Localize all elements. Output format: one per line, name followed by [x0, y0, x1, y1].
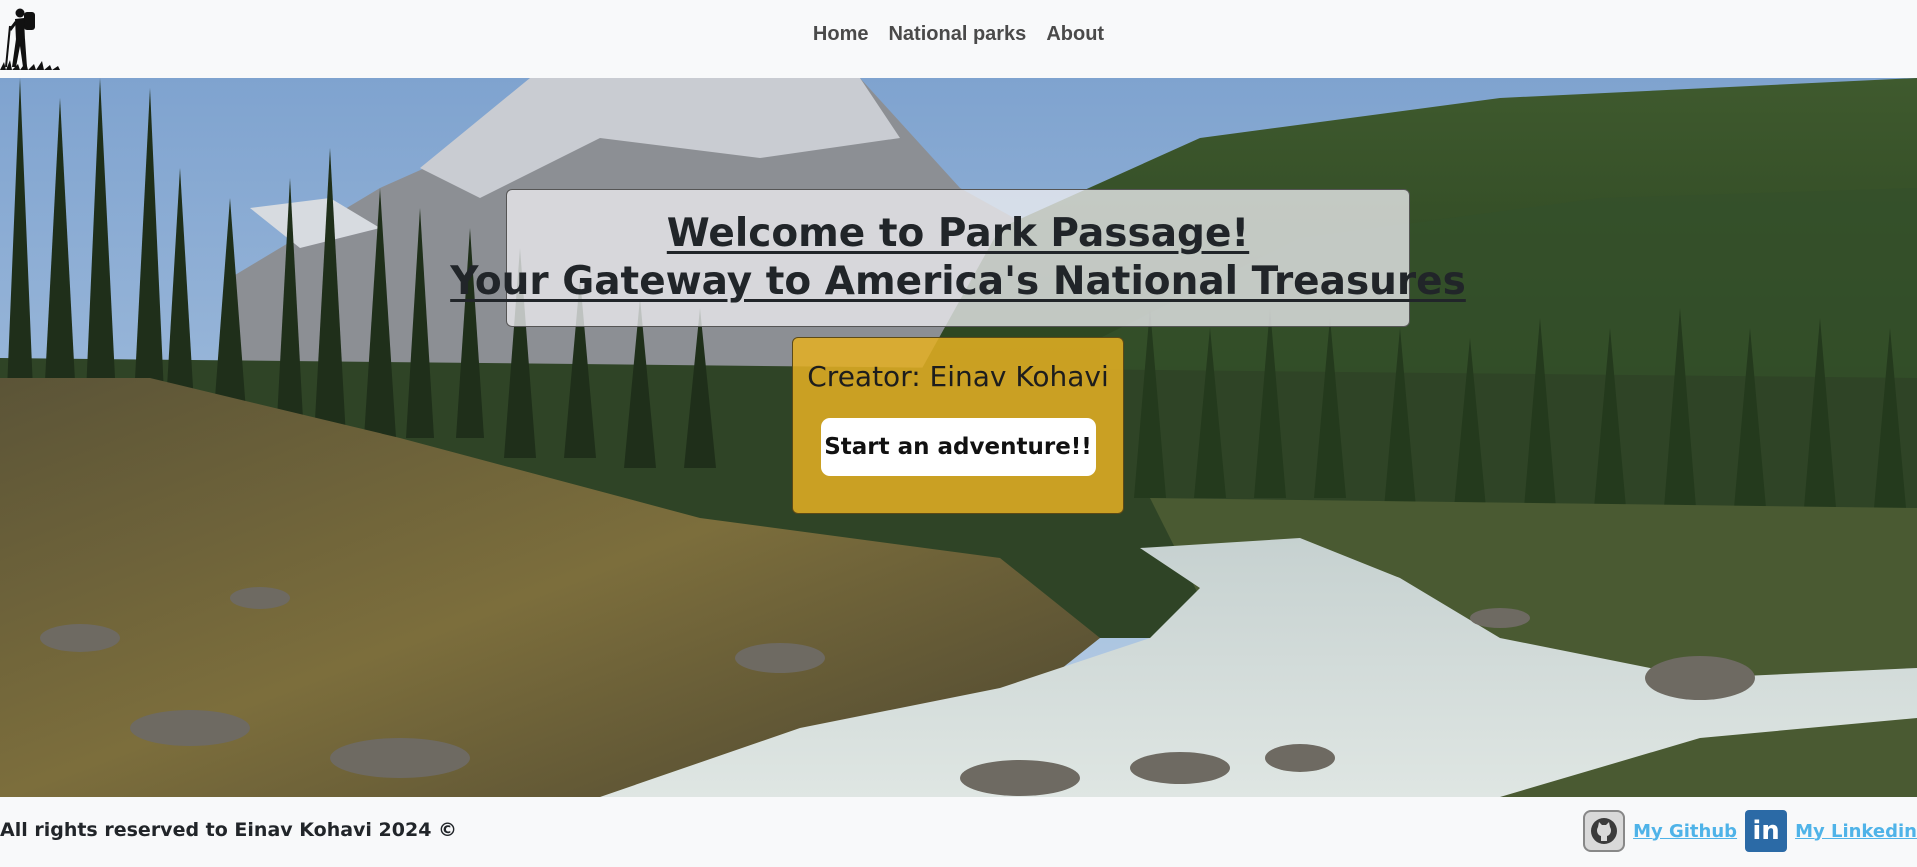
creator-credit: Creator: Einav Kohavi	[807, 360, 1109, 393]
copyright-text: All rights reserved to Einav Kohavi 2024…	[0, 819, 458, 841]
start-adventure-button[interactable]: Start an adventure!!	[820, 418, 1096, 476]
linkedin-link[interactable]: My Linkedin	[1795, 821, 1917, 842]
navbar: Home National parks About	[0, 0, 1917, 78]
github-link[interactable]: My Github	[1633, 821, 1737, 842]
page-title-line-1: Welcome to Park Passage!	[666, 211, 1250, 256]
hero-section: Welcome to Park Passage! Your Gateway to…	[0, 78, 1917, 797]
creator-box: Creator: Einav Kohavi Start an adventure…	[792, 337, 1124, 514]
nav-item-national-parks[interactable]: National parks	[888, 23, 1026, 46]
linkedin-icon[interactable]: in	[1745, 810, 1788, 852]
footer: All rights reserved to Einav Kohavi 2024…	[0, 797, 1917, 867]
github-icon[interactable]	[1583, 810, 1626, 852]
welcome-title-box: Welcome to Park Passage! Your Gateway to…	[450, 189, 1466, 327]
nav-item-about[interactable]: About	[1046, 23, 1104, 46]
nav-links: Home National parks About	[0, 0, 1917, 68]
page-title-line-2: Your Gateway to America's National Treas…	[450, 259, 1466, 304]
social-links: My Github in My Linkedin	[1583, 810, 1917, 852]
nav-item-home[interactable]: Home	[813, 23, 869, 46]
